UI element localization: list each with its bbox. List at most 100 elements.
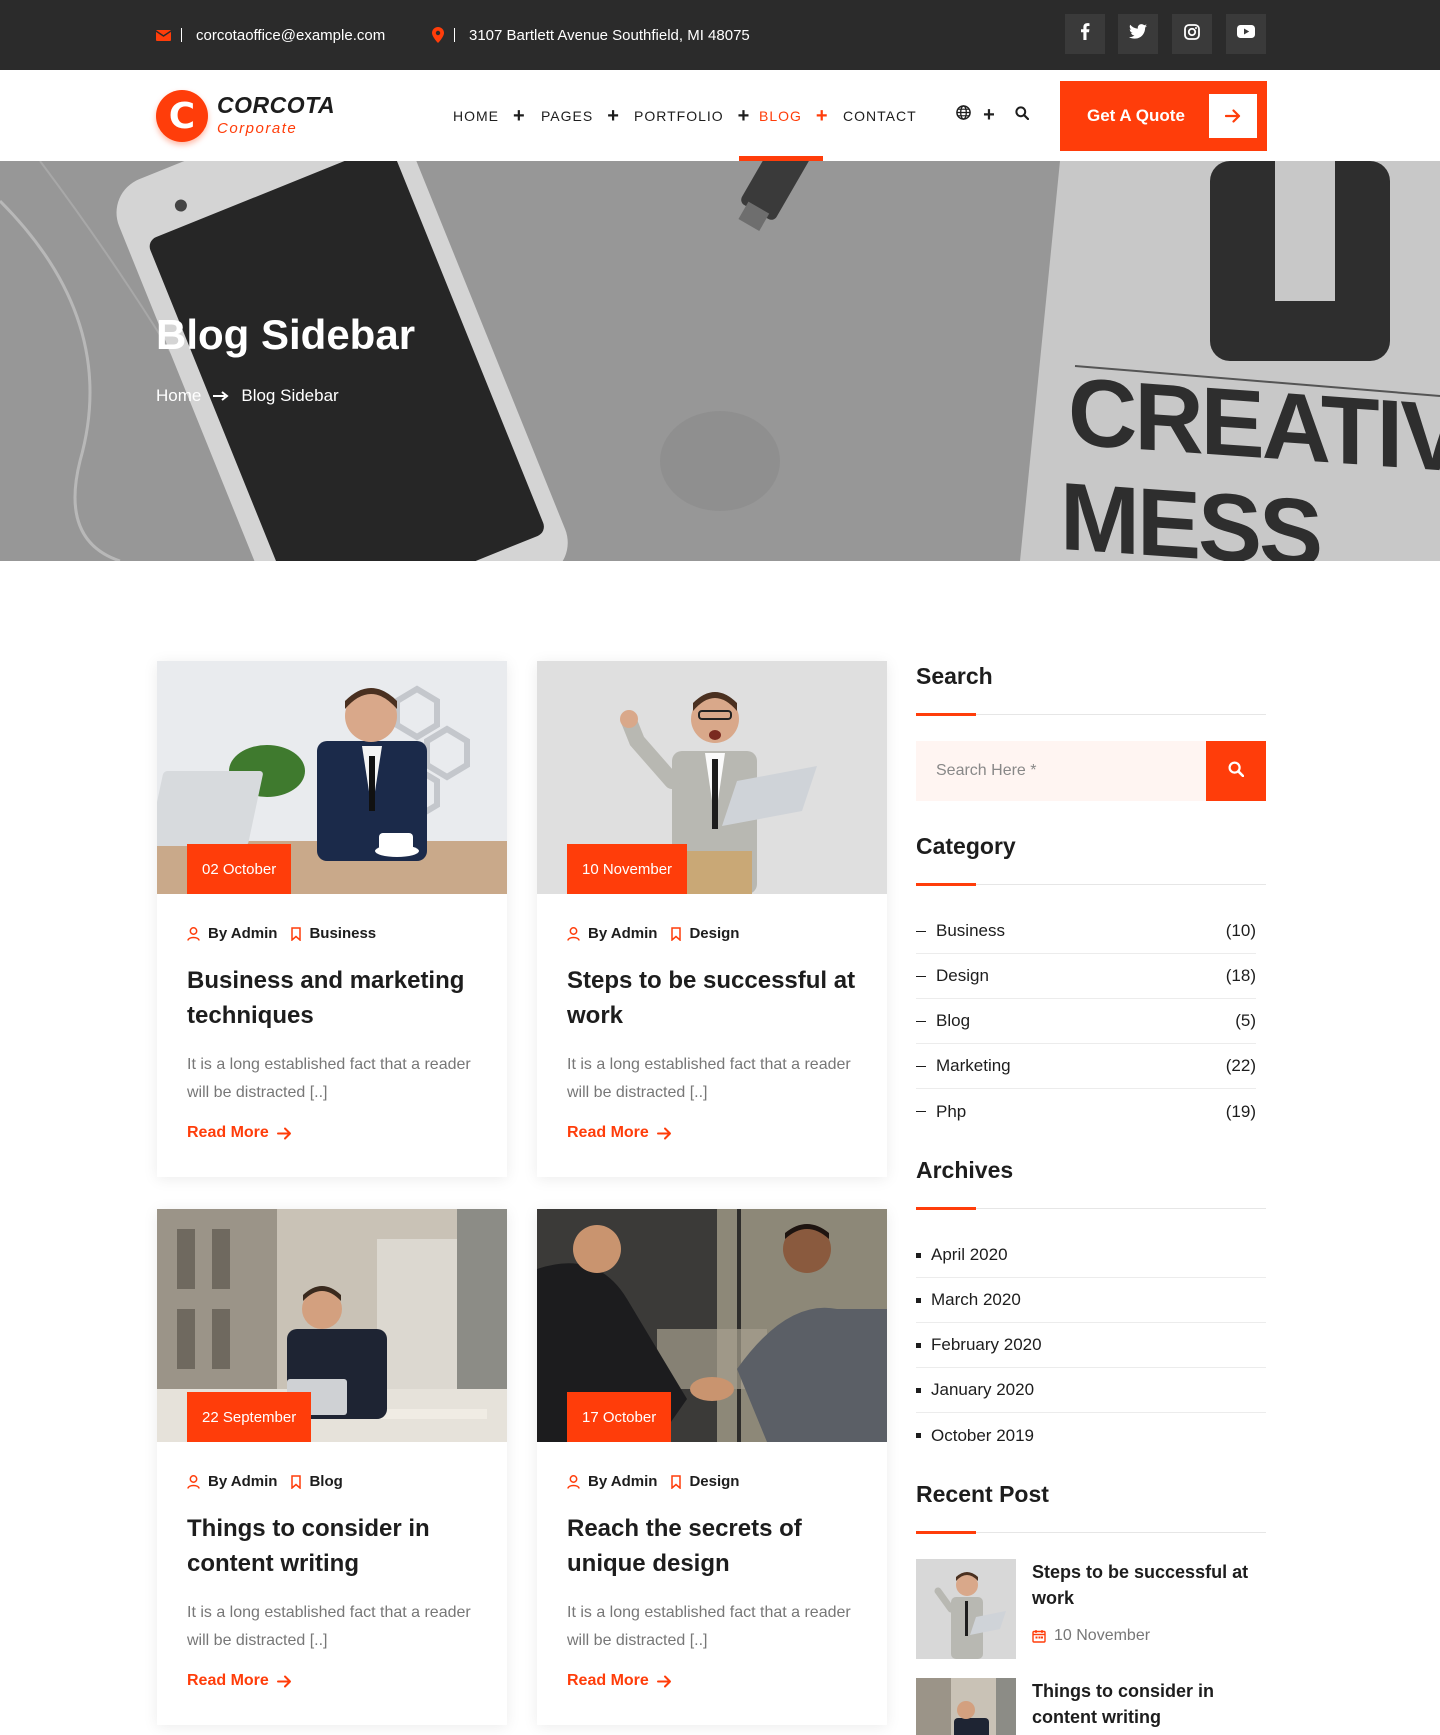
post-title[interactable]: Business and marketing techniques (187, 963, 487, 1033)
search-icon (1015, 105, 1030, 125)
category-item[interactable]: Marketing (22) (916, 1044, 1256, 1089)
archive-item[interactable]: February 2020 (916, 1323, 1266, 1368)
post-image[interactable]: 17 October (537, 1209, 887, 1442)
twitter-button[interactable] (1118, 14, 1158, 54)
youtube-icon (1237, 25, 1255, 43)
post-image[interactable]: 10 November (537, 661, 887, 894)
read-more-label: Read More (187, 1124, 269, 1141)
post-excerpt: It is a long established fact that a rea… (187, 1056, 471, 1101)
category-count: (22) (1225, 1056, 1256, 1075)
post-meta: By Admin Design (567, 925, 739, 942)
archive-item[interactable]: January 2020 (916, 1368, 1266, 1413)
widget-divider (916, 883, 1266, 886)
read-more-label: Read More (567, 1124, 649, 1141)
post-author[interactable]: By Admin (208, 1473, 277, 1490)
bookmark-icon (671, 1474, 682, 1489)
arrow-right-icon (656, 1127, 671, 1139)
search-submit-button[interactable] (1206, 741, 1266, 801)
breadcrumb-current: Blog Sidebar (241, 386, 339, 405)
category-widget-title: Category (916, 833, 1016, 859)
nav-pages[interactable]: PAGES + (541, 70, 620, 161)
instagram-icon (1184, 23, 1200, 45)
post-category[interactable]: Design (689, 925, 739, 942)
get-a-quote-button[interactable]: Get A Quote (1060, 81, 1267, 151)
archive-item[interactable]: October 2019 (916, 1413, 1266, 1458)
read-more-link[interactable]: Read More (567, 1672, 672, 1690)
post-author[interactable]: By Admin (208, 925, 277, 942)
facebook-icon (1080, 23, 1090, 45)
post-title[interactable]: Reach the secrets of unique design (567, 1511, 867, 1581)
search-widget-title: Search (916, 663, 993, 689)
read-more-link[interactable]: Read More (187, 1124, 292, 1142)
nav-blog[interactable]: BLOG + (759, 70, 829, 161)
user-icon (567, 926, 580, 941)
recent-post-title[interactable]: Steps to be successful at work (1032, 1559, 1266, 1611)
post-excerpt: It is a long established fact that a rea… (567, 1604, 851, 1649)
bookmark-icon (671, 926, 682, 941)
plus-icon[interactable]: + (974, 100, 1004, 130)
archive-item[interactable]: March 2020 (916, 1278, 1266, 1323)
main-header: C CORCOTA Corporate HOME + PAGES + PORTFOL… (0, 70, 1440, 161)
nav-contact-label: CONTACT (843, 107, 917, 124)
twitter-icon (1129, 24, 1147, 44)
arrow-right-icon (213, 386, 229, 406)
post-title[interactable]: Steps to be successful at work (567, 963, 867, 1033)
nav-home[interactable]: HOME + (453, 70, 526, 161)
search-icon (1228, 760, 1245, 782)
recent-post-thumbnail[interactable] (916, 1678, 1016, 1735)
category-name: Php (936, 1101, 967, 1121)
map-pin-icon (432, 27, 444, 43)
youtube-button[interactable] (1226, 14, 1266, 54)
post-meta: By Admin Design (567, 1473, 739, 1490)
archive-label: February 2020 (931, 1335, 1042, 1354)
read-more-link[interactable]: Read More (567, 1124, 672, 1142)
recent-post-date: 10 November (1032, 1627, 1150, 1645)
logo-mark[interactable]: C (156, 90, 208, 142)
post-excerpt: It is a long established fact that a rea… (567, 1056, 851, 1101)
nav-pages-label: PAGES (541, 107, 594, 124)
facebook-button[interactable] (1065, 14, 1105, 54)
read-more-link[interactable]: Read More (187, 1672, 292, 1690)
user-icon (187, 926, 200, 941)
user-icon (187, 1474, 200, 1489)
post-category[interactable]: Design (689, 1473, 739, 1490)
mail-icon (156, 29, 171, 41)
category-count: (5) (1235, 1011, 1256, 1030)
nav-contact[interactable]: CONTACT (843, 70, 917, 161)
archive-item[interactable]: April 2020 (916, 1233, 1266, 1278)
topbar-email[interactable]: corcotaoffice@example.com (156, 0, 385, 70)
post-date-badge: 22 September (187, 1392, 312, 1442)
breadcrumb-home[interactable]: Home (156, 386, 201, 406)
search-input[interactable]: Search Here * (916, 741, 1206, 801)
topbar-address: 3107 Bartlett Avenue Southfield, MI 4807… (432, 0, 750, 70)
logo-name[interactable]: CORCOTA (217, 92, 335, 119)
post-category[interactable]: Business (309, 925, 376, 942)
archive-label: January 2020 (931, 1380, 1035, 1399)
widget-divider (916, 1531, 1266, 1534)
post-date-badge: 10 November (567, 844, 688, 894)
post-author[interactable]: By Admin (588, 1473, 657, 1490)
post-author[interactable]: By Admin (588, 925, 657, 942)
recent-post-thumbnail[interactable] (916, 1559, 1016, 1659)
read-more-label: Read More (187, 1672, 269, 1689)
post-image[interactable]: 02 October (157, 661, 507, 894)
bookmark-icon (291, 1474, 302, 1489)
archive-label: October 2019 (931, 1425, 1035, 1445)
instagram-button[interactable] (1172, 14, 1212, 54)
globe-icon (955, 105, 971, 125)
category-item[interactable]: Blog (5) (916, 999, 1256, 1044)
hero-background-text-2: MESS (1060, 462, 1321, 561)
recent-post-title[interactable]: Things to consider in content writing (1032, 1678, 1266, 1730)
post-image[interactable]: 22 September (157, 1209, 507, 1442)
post-card: 22 September By Admin Blog Things to con… (157, 1209, 507, 1725)
nav-portfolio-label: PORTFOLIO (634, 107, 724, 124)
category-item[interactable]: Design (18) (916, 954, 1256, 999)
post-title[interactable]: Things to consider in content writing (187, 1511, 487, 1581)
post-date-badge: 17 October (567, 1392, 672, 1442)
archives-widget-title: Archives (916, 1157, 1014, 1183)
nav-portfolio[interactable]: PORTFOLIO + (634, 70, 750, 161)
category-item[interactable]: Business (10) (916, 909, 1256, 954)
search-toggle[interactable] (1007, 100, 1037, 130)
post-category[interactable]: Blog (309, 1473, 342, 1490)
category-item[interactable]: Php (19) (916, 1089, 1256, 1134)
